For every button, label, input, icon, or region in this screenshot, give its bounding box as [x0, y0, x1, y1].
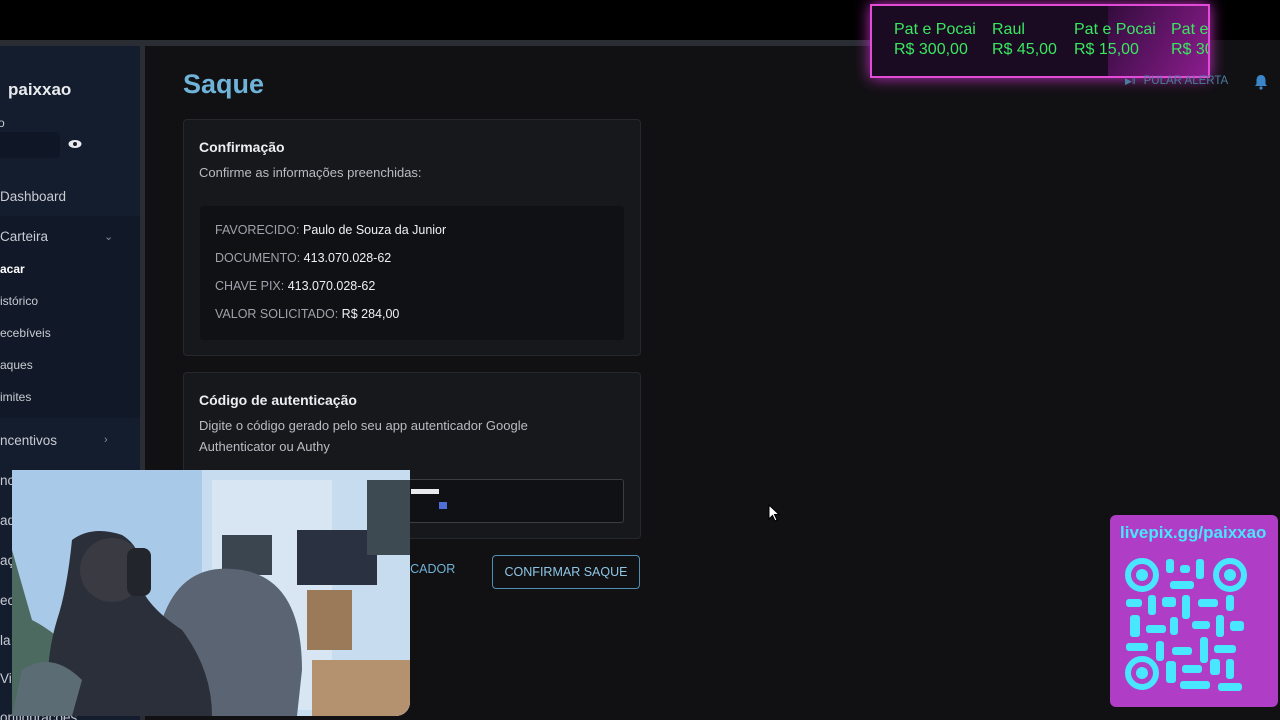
confirmation-card: Confirmação Confirme as informações pree… [183, 119, 641, 356]
confirmation-subtitle: Confirme as informações preenchidas: [199, 165, 422, 180]
favorecido-row: FAVORECIDO: Paulo de Souza da Junior [215, 223, 446, 237]
alert-amount: R$ 45,00 [992, 41, 1057, 58]
alert-name: Pat e Pocai [894, 21, 976, 38]
sidebar-item-saques[interactable]: aques [0, 358, 33, 372]
valor-row: VALOR SOLICITADO: R$ 284,00 [215, 307, 399, 321]
chave-pix-value: 413.070.028-62 [287, 279, 376, 293]
confirm-withdraw-button[interactable]: CONFIRMAR SAQUE [492, 555, 640, 589]
sidebar-item-13[interactable]: la [0, 633, 11, 648]
sidebar-item-14[interactable]: Vi [0, 671, 12, 686]
text-cursor [439, 502, 447, 509]
alert-item: Pat e Pocai R$ 15,00 [1074, 20, 1156, 60]
skip-alert-label: PULAR ALERTA [1143, 75, 1229, 87]
balance-field [0, 132, 60, 158]
sidebar-wallet-group [0, 216, 140, 418]
valor-label: VALOR SOLICITADO: [215, 307, 339, 321]
sidebar-item-historico[interactable]: istórico [0, 294, 38, 308]
eye-icon[interactable] [68, 137, 82, 151]
sidebar-item-limites[interactable]: imites [0, 390, 31, 404]
code-input-masked [411, 489, 439, 494]
alert-amount: R$ 300,00 [894, 41, 968, 58]
auth-title: Código de autenticação [199, 392, 357, 408]
sidebar-item-dashboard[interactable]: Dashboard [0, 189, 66, 204]
alert-name: Pat e Pocai [1074, 21, 1156, 38]
skip-icon: ▶‖ [1125, 76, 1136, 86]
alert-item: Raul R$ 45,00 [992, 20, 1057, 60]
balance-label: o [0, 116, 5, 130]
page-title: Saque [183, 69, 265, 99]
livepix-qr-panel: livepix.gg/paixxao [1110, 515, 1278, 707]
alert-item: Pat e Pocai R$ 300,00 [894, 20, 976, 60]
webcam-feed [12, 470, 410, 716]
auth-line-2: Authenticator ou Authy [199, 439, 330, 454]
skip-alert-button[interactable]: ▶‖ PULAR ALERTA [1125, 75, 1228, 87]
valor-value: R$ 284,00 [341, 307, 400, 321]
sidebar-item-carteira[interactable]: Carteira [0, 229, 48, 244]
bell-icon[interactable] [1254, 74, 1268, 90]
alert-name: Pat e [1171, 21, 1209, 38]
confirmation-title: Confirmação [199, 139, 285, 155]
alert-amount: R$ 30 [1171, 41, 1210, 58]
mouse-pointer-icon [768, 503, 781, 527]
favorecido-value: Paulo de Souza da Junior [303, 223, 447, 237]
chave-pix-label: CHAVE PIX: [215, 279, 285, 293]
documento-value: 413.070.028-62 [303, 251, 392, 265]
alert-item: Pat e R$ 30 [1171, 20, 1210, 60]
qr-code [1125, 558, 1247, 691]
sidebar-username: paixxao [8, 80, 72, 99]
donation-alerts-overlay: Pat e Pocai R$ 300,00 Raul R$ 45,00 Pat e … [870, 4, 1210, 78]
sidebar-item-sacar[interactable]: acar [0, 262, 25, 276]
chave-pix-row: CHAVE PIX: 413.070.028-62 [215, 279, 375, 293]
confirmation-details: FAVORECIDO: Paulo de Souza da Junior DOC… [200, 206, 624, 340]
livepix-url: livepix.gg/paixxao [1120, 523, 1267, 542]
chevron-right-icon: › [104, 434, 108, 446]
documento-row: DOCUMENTO: 413.070.028-62 [215, 251, 391, 265]
sidebar-item-incentivos[interactable]: ncentivos [0, 433, 57, 448]
alert-name: Raul [992, 21, 1025, 38]
chevron-down-icon: ⌄ [104, 231, 114, 243]
favorecido-label: FAVORECIDO: [215, 223, 300, 237]
alert-amount: R$ 15,00 [1074, 41, 1139, 58]
auth-line-1: Digite o código gerado pelo seu app aute… [199, 418, 528, 433]
documento-label: DOCUMENTO: [215, 251, 301, 265]
sidebar-item-recebiveis[interactable]: ecebíveis [0, 326, 51, 340]
